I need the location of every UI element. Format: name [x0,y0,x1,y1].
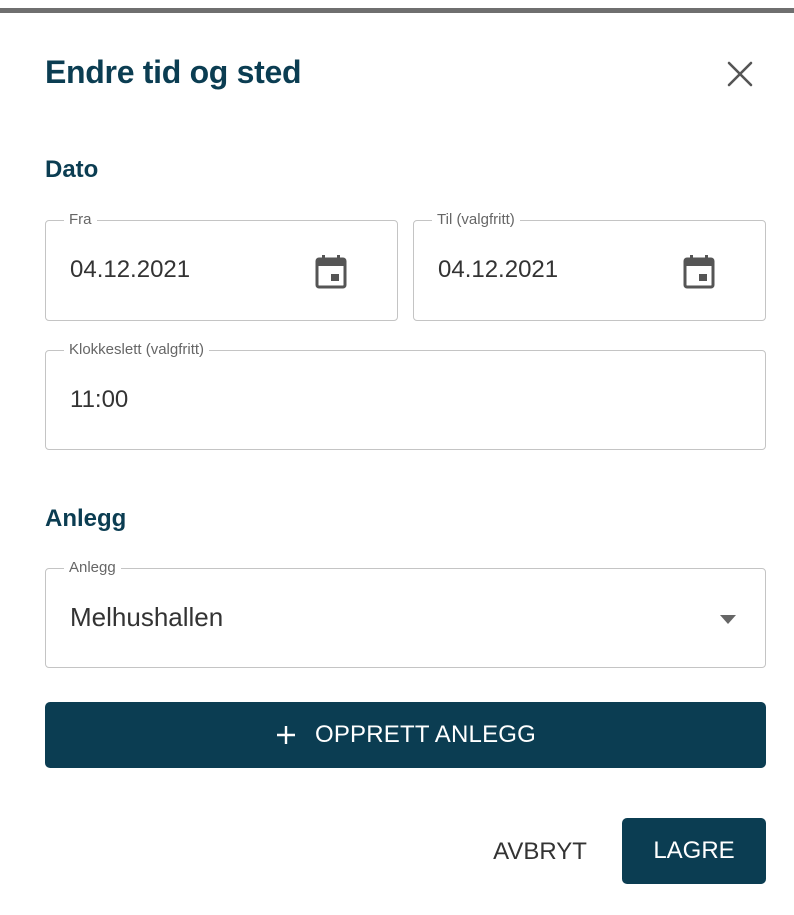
calendar-icon[interactable] [315,253,347,289]
to-date-label: Til (valgfritt) [432,211,520,229]
facility-select-label: Anlegg [64,559,121,577]
dialog-top-bar [0,8,794,13]
from-date-label: Fra [64,211,97,229]
time-label: Klokkeslett (valgfritt) [64,341,210,359]
create-facility-label: OPPRETT ANLEGG [314,721,537,748]
cancel-button[interactable]: AVBRYT [470,820,610,884]
from-date-field[interactable]: Fra 04.12.2021 [45,211,398,321]
close-icon [727,61,753,87]
plus-icon [276,726,295,744]
calendar-icon[interactable] [683,253,715,289]
to-date-value[interactable]: 04.12.2021 [438,256,558,284]
facility-section-heading: Anlegg [45,505,127,532]
time-field[interactable]: Klokkeslett (valgfritt) 11:00 [45,341,766,450]
date-section-heading: Dato [45,156,99,183]
facility-select[interactable]: Anlegg Melhushallen [45,559,766,668]
from-date-value[interactable]: 04.12.2021 [70,256,190,284]
dropdown-caret-icon[interactable] [720,615,736,625]
facility-select-value[interactable]: Melhushallen [70,602,223,633]
dialog-title: Endre tid og sted [45,54,302,90]
close-button[interactable] [722,56,758,92]
to-date-field[interactable]: Til (valgfritt) 04.12.2021 [413,211,766,321]
save-button[interactable]: LAGRE [622,818,766,884]
create-facility-button[interactable]: OPPRETT ANLEGG [45,702,766,768]
time-value[interactable]: 11:00 [70,386,128,414]
